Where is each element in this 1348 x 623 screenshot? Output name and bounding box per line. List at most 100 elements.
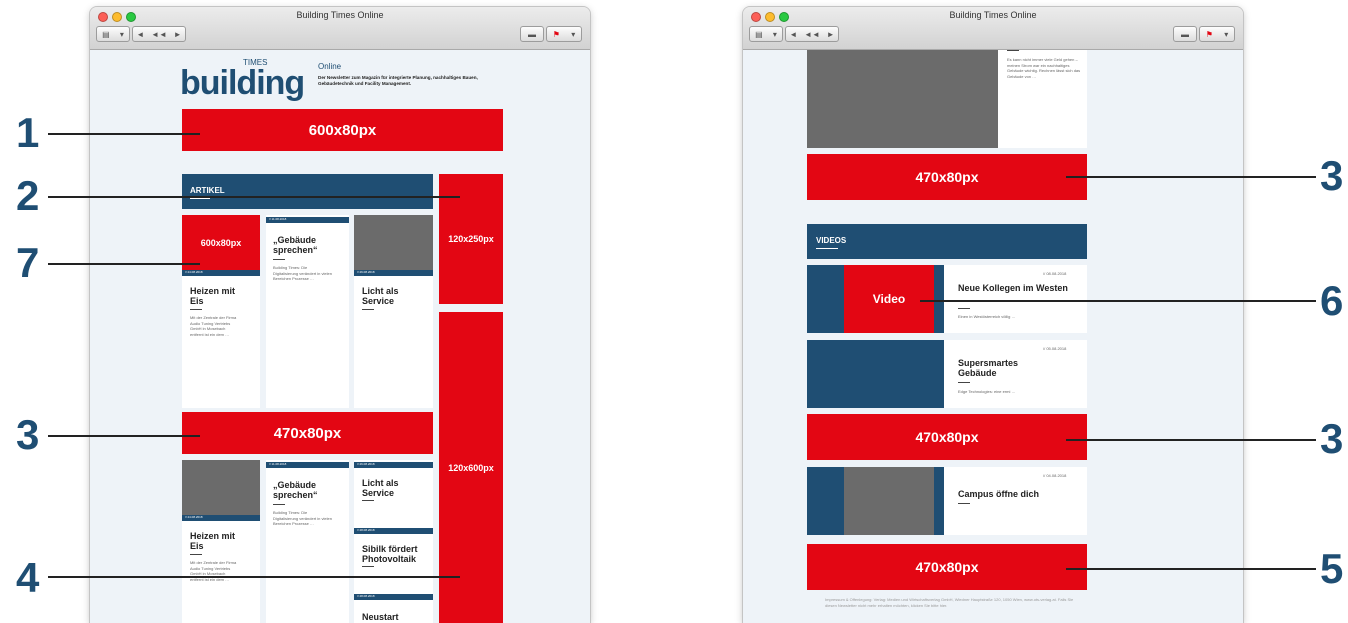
video-title[interactable]: Supersmartes Gebäude <box>958 358 1048 378</box>
article-date: // 24.08.2018 <box>182 270 260 276</box>
video-thumbnail[interactable]: Video <box>807 265 944 333</box>
forward-icon[interactable]: ► <box>174 30 182 39</box>
window-title: Building Times Online <box>949 10 1037 20</box>
section-header-artikel: ARTIKEL <box>182 174 433 209</box>
article-date: // 26.08.2018 <box>354 462 433 468</box>
article-title[interactable]: „Gebäude sprechen“ <box>273 235 341 255</box>
video-date: // 05.08.2018 <box>1043 346 1067 351</box>
delete-icon[interactable]: ▤ <box>755 30 763 39</box>
flag-icon: ⚑ <box>1205 29 1213 39</box>
article-teaser: Building Times: Die Digitalisierung verä… <box>273 265 332 281</box>
logo: TIMES building <box>180 56 310 106</box>
reply-all-icon[interactable]: ◄◄ <box>151 30 167 39</box>
callout-line-4 <box>48 576 460 578</box>
title-underline <box>362 309 374 310</box>
title-underline <box>362 566 374 567</box>
section-title: ARTIKEL <box>190 186 225 195</box>
flag-button[interactable]: ⚑ ▾ <box>1199 26 1235 42</box>
article-title-neustart[interactable]: Neustart <box>362 612 422 622</box>
video-card[interactable]: Video // 08.08.2018 Neue Kollegen im Wes… <box>807 265 1087 333</box>
callout-number-3-right-mid: 3 <box>1320 415 1344 462</box>
ad-banner-470x80[interactable]: 470x80px <box>807 414 1087 460</box>
article-teaser: Building Times: Die Digitalisierung verä… <box>273 510 332 526</box>
callout-number-5: 5 <box>1320 545 1344 592</box>
article-card-gebaeude[interactable]: // 11.08.2018 „Gebäude sprechen“ Buildin… <box>266 215 349 408</box>
newsletter-viewport[interactable]: Es kann nicht immer viele Geld gehen – m… <box>743 50 1243 623</box>
video-image[interactable] <box>844 467 934 535</box>
article-image[interactable] <box>807 50 998 148</box>
ad-banner-470x80[interactable]: 470x80px <box>807 154 1087 200</box>
callout-line-3-left <box>48 435 200 437</box>
video-thumbnail[interactable] <box>807 340 944 408</box>
ad-banner-470x80[interactable]: 470x80px <box>182 412 433 454</box>
reply-all-icon[interactable]: ◄◄ <box>804 30 820 39</box>
section-underline <box>816 248 838 249</box>
video-date: // 04.08.2018 <box>1043 473 1067 478</box>
callout-number-7: 7 <box>16 239 40 286</box>
video-teaser: Edge Technologies: eine ermi … <box>958 389 1016 394</box>
video-teaser: Einen in Westösterreich völlig … <box>958 314 1016 319</box>
chevron-down-icon: ▾ <box>1224 29 1229 39</box>
delete-icon[interactable]: ▤ <box>102 30 110 39</box>
section-title: VIDEOS <box>816 236 847 245</box>
title-underline <box>273 259 285 260</box>
article-card-gebaeude-2[interactable]: // 11.08.2018 „Gebäude sprechen“ Buildin… <box>266 460 349 623</box>
article-date: // 11.08.2018 <box>266 462 349 468</box>
video-date: // 08.08.2018 <box>1043 271 1067 276</box>
article-title-sibilk[interactable]: Sibilk fördert Photovoltaik <box>362 544 426 564</box>
article-teaser: Mit der Zentrale der Firma Audio Tuning … <box>190 315 237 337</box>
callout-number-1: 1 <box>16 109 40 156</box>
callout-line-5 <box>1066 568 1316 570</box>
video-thumbnail[interactable] <box>807 467 944 535</box>
section-underline <box>190 198 210 199</box>
right-browser-window: Building Times Online ▤ ▾ ◄ ◄◄ ► ▬ ⚑ ▾ Es ka… <box>743 7 1243 623</box>
title-underline <box>273 504 285 505</box>
article-card-heizen[interactable]: 600x80px // 24.08.2018 Heizen mit Eis Mi… <box>182 215 260 408</box>
callout-line-3-right-mid <box>1066 439 1316 441</box>
footer-text: Impressum & Offenlegung: Verlag: Medien … <box>825 597 1074 608</box>
title-underline <box>958 503 970 504</box>
article-title[interactable]: Heizen mit Eis <box>190 531 240 551</box>
video-title[interactable]: Neue Kollegen im Westen <box>958 283 1070 293</box>
article-card-licht[interactable]: // 26.08.2018 Licht als Service <box>354 215 433 408</box>
title-underline <box>958 382 970 383</box>
ad-banner-600x80[interactable]: 600x80px <box>182 109 503 151</box>
print-button[interactable]: ▬ <box>1173 26 1197 42</box>
video-title[interactable]: Campus öffne dich <box>958 489 1078 499</box>
mail-actions-toolbar[interactable]: ▤ ▾ <box>749 26 783 42</box>
video-ad[interactable]: Video <box>844 265 934 333</box>
chevron-down-icon: ▾ <box>571 29 576 39</box>
article-title[interactable]: Licht als Service <box>362 286 412 306</box>
title-bar: Building Times Online ▤ ▾ ◄ ◄◄ ► ▬ ⚑ ▾ <box>90 7 590 50</box>
article-title[interactable]: „Gebäude sprechen“ <box>273 480 341 500</box>
reply-toolbar[interactable]: ◄ ◄◄ ► <box>785 26 839 42</box>
flag-button[interactable]: ⚑ ▾ <box>546 26 582 42</box>
online-label: Online <box>318 62 342 71</box>
mail-actions-toolbar[interactable]: ▤ ▾ <box>96 26 130 42</box>
article-card-heizen-2[interactable]: // 24.08.2018 Heizen mit Eis Mit der Zen… <box>182 460 260 623</box>
ad-banner-470x80-bottom[interactable]: 470x80px <box>807 544 1087 590</box>
junk-icon[interactable]: ▾ <box>120 30 124 39</box>
article-card-cut[interactable]: Es kann nicht immer viele Geld gehen – m… <box>807 50 1087 148</box>
newsletter-viewport[interactable]: TIMES building Online Der Newsletter zum… <box>90 50 590 623</box>
reply-toolbar[interactable]: ◄ ◄◄ ► <box>132 26 186 42</box>
video-card[interactable]: // 05.08.2018 Supersmartes Gebäude Edge … <box>807 340 1087 408</box>
reply-icon[interactable]: ◄ <box>136 30 144 39</box>
video-card[interactable]: // 04.08.2018 Campus öffne dich <box>807 467 1087 535</box>
callout-number-6: 6 <box>1320 277 1344 324</box>
ad-small-600x80[interactable]: 600x80px <box>182 215 260 270</box>
title-underline <box>362 500 374 501</box>
article-title-licht[interactable]: Licht als Service <box>362 478 417 498</box>
article-image[interactable] <box>182 460 260 515</box>
logo-word: building <box>180 64 305 102</box>
junk-icon[interactable]: ▾ <box>773 30 777 39</box>
forward-icon[interactable]: ► <box>827 30 835 39</box>
print-icon: ▬ <box>528 29 536 39</box>
article-image[interactable] <box>354 215 433 270</box>
reply-icon[interactable]: ◄ <box>789 30 797 39</box>
article-date: // 24.08.2018 <box>182 515 260 521</box>
article-title[interactable]: Heizen mit Eis <box>190 286 240 306</box>
print-button[interactable]: ▬ <box>520 26 544 42</box>
ad-box-120x250[interactable]: 120x250px <box>439 174 503 304</box>
print-icon: ▬ <box>1181 29 1189 39</box>
